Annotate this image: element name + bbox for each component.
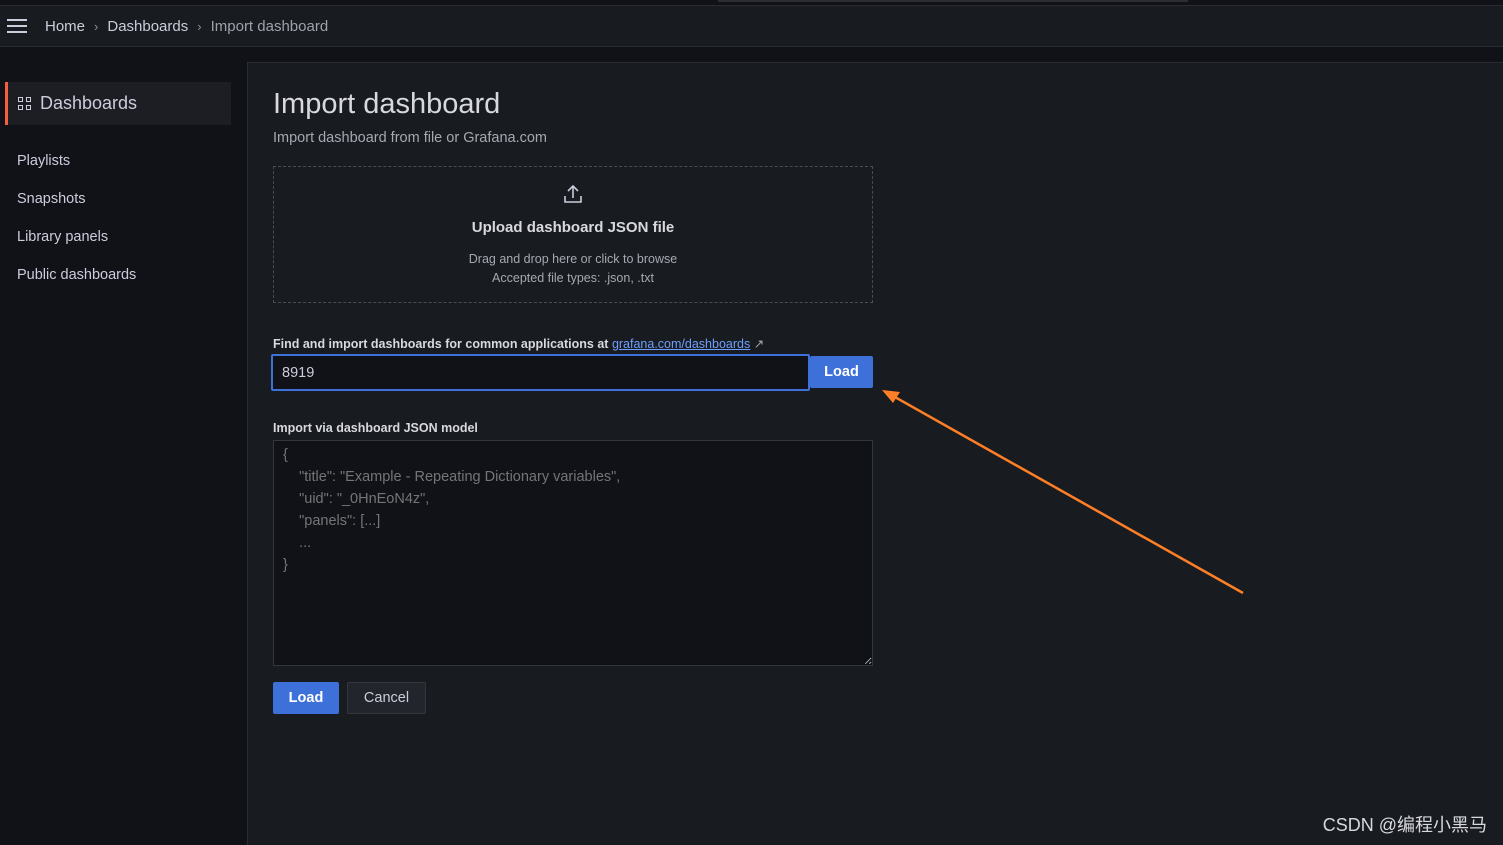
watermark: CSDN @编程小黑马 [1322, 815, 1487, 835]
annotation-arrow [882, 390, 1244, 595]
